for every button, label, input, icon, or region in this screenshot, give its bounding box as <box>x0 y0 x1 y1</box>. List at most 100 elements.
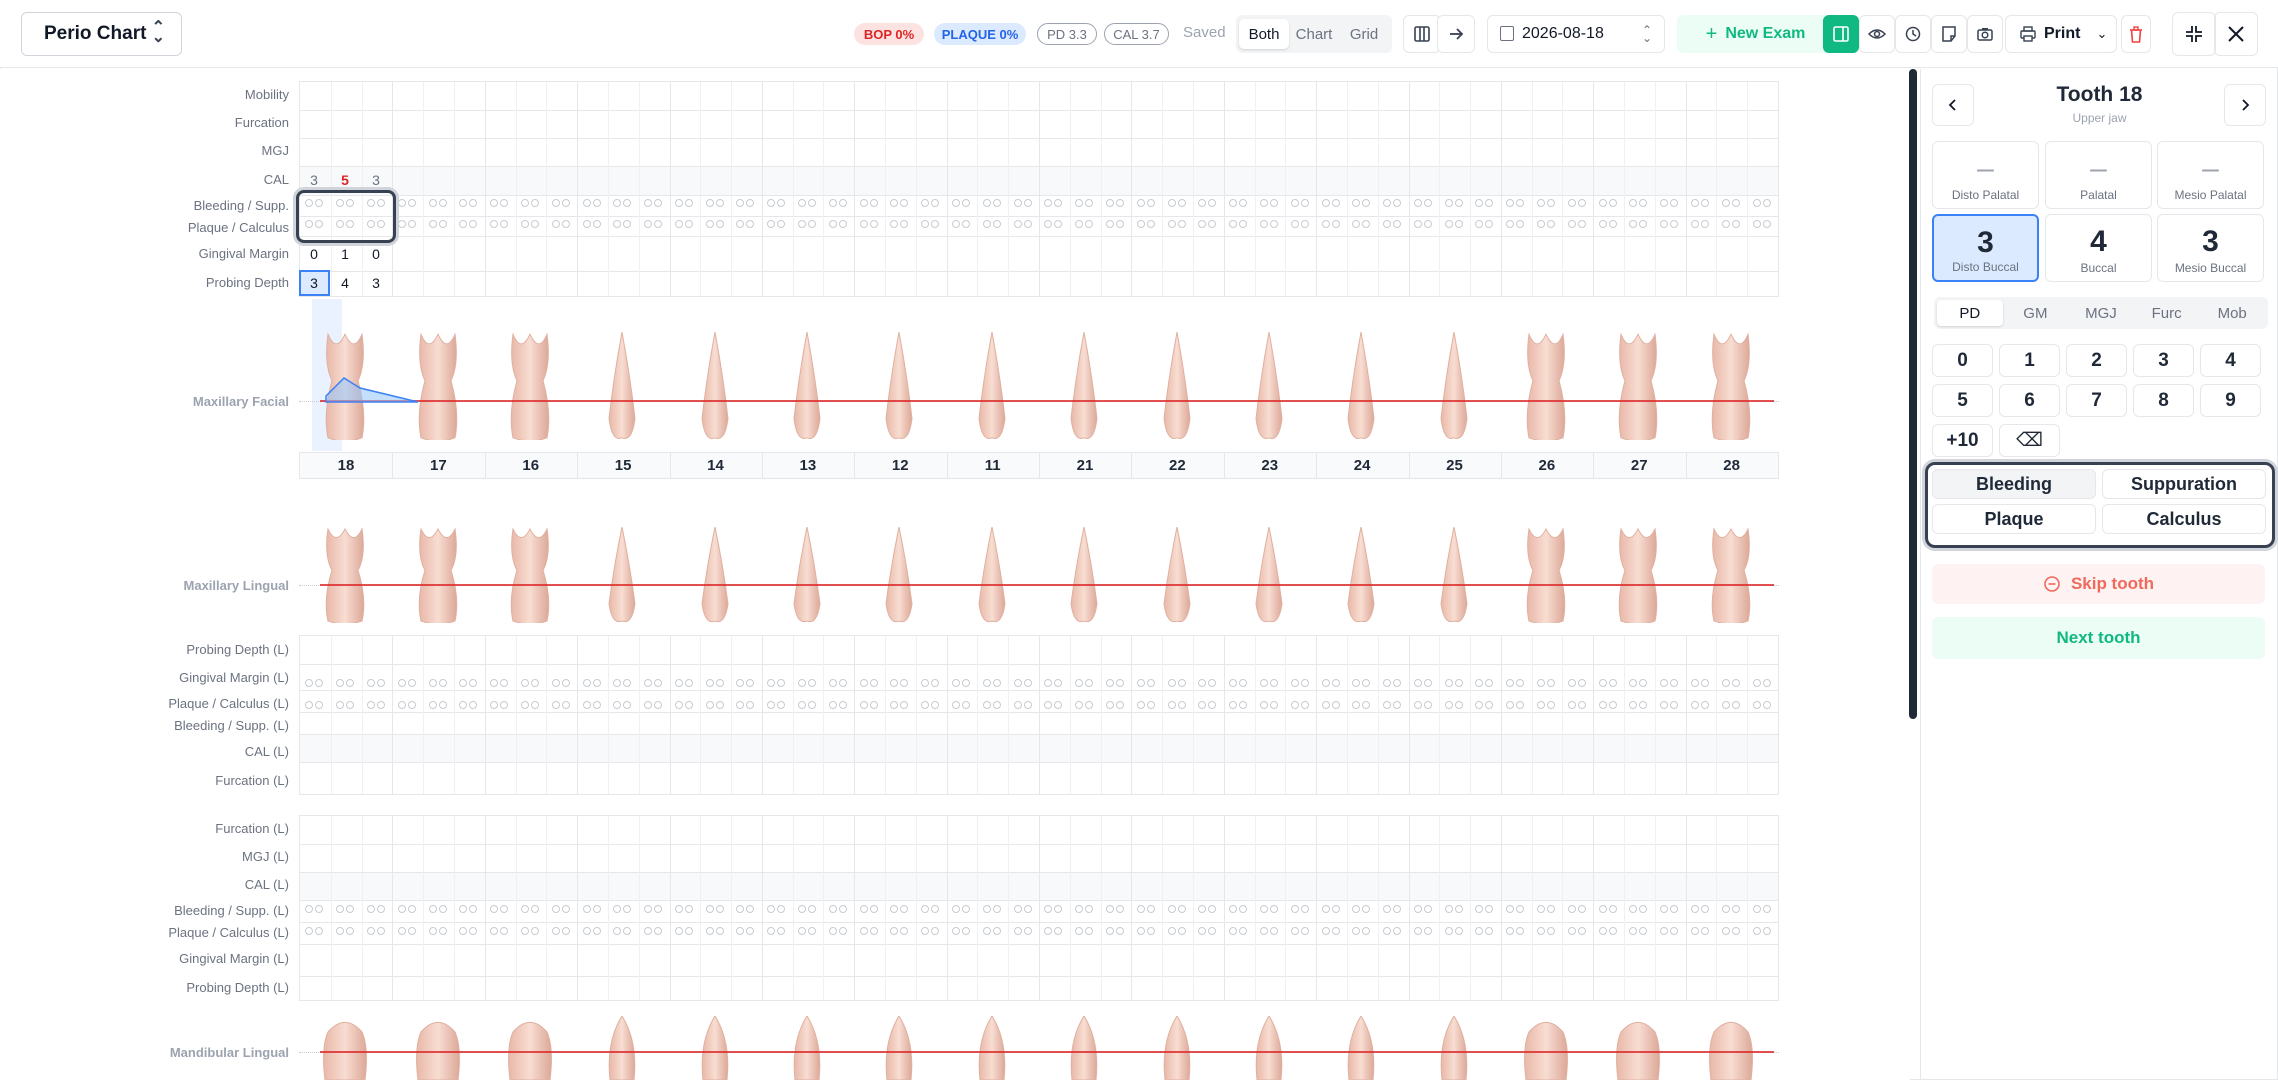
site-dot[interactable] <box>869 220 878 228</box>
tooth-number-17[interactable]: 17 <box>392 457 484 474</box>
tab-mgj[interactable]: MGJ <box>2068 300 2134 326</box>
site-dot[interactable] <box>705 220 714 228</box>
view-chart-tab[interactable]: Chart <box>1289 19 1339 49</box>
site-dot[interactable] <box>1269 679 1278 687</box>
site-dot[interactable] <box>1239 701 1248 709</box>
site-dot[interactable] <box>674 679 683 687</box>
site-dot[interactable] <box>1577 927 1586 935</box>
site-dot[interactable] <box>1537 199 1546 207</box>
site-dot[interactable] <box>859 905 868 913</box>
site-dot[interactable] <box>1259 679 1268 687</box>
site-dot[interactable] <box>1208 220 1217 228</box>
site-dot[interactable] <box>654 701 663 709</box>
site-dot[interactable] <box>1177 701 1186 709</box>
site-dot[interactable] <box>1321 199 1330 207</box>
suppuration-button[interactable]: Suppuration <box>2102 469 2266 499</box>
tooth-number-14[interactable]: 14 <box>670 457 762 474</box>
site-dot[interactable] <box>315 679 324 687</box>
gingival-margin-value[interactable]: 1 <box>330 246 360 262</box>
site-dot[interactable] <box>366 701 375 709</box>
site-dot[interactable] <box>736 905 745 913</box>
site-dot[interactable] <box>530 679 539 687</box>
site-dot[interactable] <box>674 199 683 207</box>
site-dot[interactable] <box>674 701 683 709</box>
site-dot[interactable] <box>1444 679 1453 687</box>
site-dot[interactable] <box>1731 927 1740 935</box>
site-dot[interactable] <box>1177 199 1186 207</box>
site-dot[interactable] <box>1423 905 1432 913</box>
site-dot[interactable] <box>1660 199 1669 207</box>
site-dot[interactable] <box>1485 220 1494 228</box>
site-dot[interactable] <box>1454 679 1463 687</box>
site-dot[interactable] <box>931 905 940 913</box>
site-dot[interactable] <box>1660 905 1669 913</box>
site-dot[interactable] <box>900 927 909 935</box>
site-dot[interactable] <box>366 927 375 935</box>
site-dot[interactable] <box>1054 927 1063 935</box>
tooth-number-23[interactable]: 23 <box>1224 457 1316 474</box>
site-dot[interactable] <box>623 199 632 207</box>
collapse-icon[interactable] <box>2172 12 2216 56</box>
site-dot[interactable] <box>1300 905 1309 913</box>
site-dot[interactable] <box>530 927 539 935</box>
site-dot[interactable] <box>315 701 324 709</box>
site-dot[interactable] <box>1629 220 1638 228</box>
site-dot[interactable] <box>838 905 847 913</box>
site-dot[interactable] <box>438 679 447 687</box>
site-dot[interactable] <box>890 679 899 687</box>
site-dot[interactable] <box>900 905 909 913</box>
site-dot[interactable] <box>992 701 1001 709</box>
site-dot[interactable] <box>1383 905 1392 913</box>
site-dot[interactable] <box>530 220 539 228</box>
site-dot[interactable] <box>551 220 560 228</box>
site-dot[interactable] <box>1629 927 1638 935</box>
site-dot[interactable] <box>1608 927 1617 935</box>
site-dot[interactable] <box>1475 199 1484 207</box>
site-dot[interactable] <box>1362 927 1371 935</box>
tooth-number-18[interactable]: 18 <box>300 457 392 474</box>
lingual-tooth-22[interactable] <box>1159 526 1195 628</box>
site-dot[interactable] <box>1506 927 1515 935</box>
site-dot[interactable] <box>1629 679 1638 687</box>
site-dot[interactable] <box>900 220 909 228</box>
tooth-number-26[interactable]: 26 <box>1501 457 1593 474</box>
site-dot[interactable] <box>1115 220 1124 228</box>
facial-tooth-21[interactable] <box>1066 331 1102 445</box>
site-dot[interactable] <box>1105 905 1114 913</box>
site-dot[interactable] <box>1115 679 1124 687</box>
site-dot[interactable] <box>1044 679 1053 687</box>
site-dot[interactable] <box>1167 701 1176 709</box>
site-dot[interactable] <box>1393 701 1402 709</box>
site-dot[interactable] <box>1362 701 1371 709</box>
view-grid-tab[interactable]: Grid <box>1339 19 1389 49</box>
site-dot[interactable] <box>1701 927 1710 935</box>
site-dot[interactable] <box>654 220 663 228</box>
site-dot[interactable] <box>561 905 570 913</box>
site-dot[interactable] <box>1352 701 1361 709</box>
lingual-tooth-16[interactable] <box>505 527 555 628</box>
site-dot[interactable] <box>1054 220 1063 228</box>
site-dot[interactable] <box>1177 679 1186 687</box>
site-dot[interactable] <box>1013 679 1022 687</box>
site-dot[interactable] <box>1691 701 1700 709</box>
site-dot[interactable] <box>890 701 899 709</box>
site-dot[interactable] <box>1023 199 1032 207</box>
site-dot[interactable] <box>1269 927 1278 935</box>
site-dot[interactable] <box>859 927 868 935</box>
site-dot[interactable] <box>1229 905 1238 913</box>
site-dot[interactable] <box>1013 220 1022 228</box>
site-dot[interactable] <box>376 701 385 709</box>
site-dot[interactable] <box>1691 220 1700 228</box>
site-dot[interactable] <box>459 220 468 228</box>
upper-buccal-grid[interactable] <box>299 81 1779 297</box>
site-mesio-palatal[interactable]: – Mesio Palatal <box>2157 141 2264 209</box>
site-dot[interactable] <box>767 199 776 207</box>
site-dot[interactable] <box>1413 220 1422 228</box>
site-dot[interactable] <box>1567 905 1576 913</box>
site-dot[interactable] <box>767 905 776 913</box>
site-dot[interactable] <box>828 199 837 207</box>
site-dot[interactable] <box>459 679 468 687</box>
site-dot[interactable] <box>1208 679 1217 687</box>
site-dot[interactable] <box>1229 701 1238 709</box>
site-dot[interactable] <box>438 927 447 935</box>
